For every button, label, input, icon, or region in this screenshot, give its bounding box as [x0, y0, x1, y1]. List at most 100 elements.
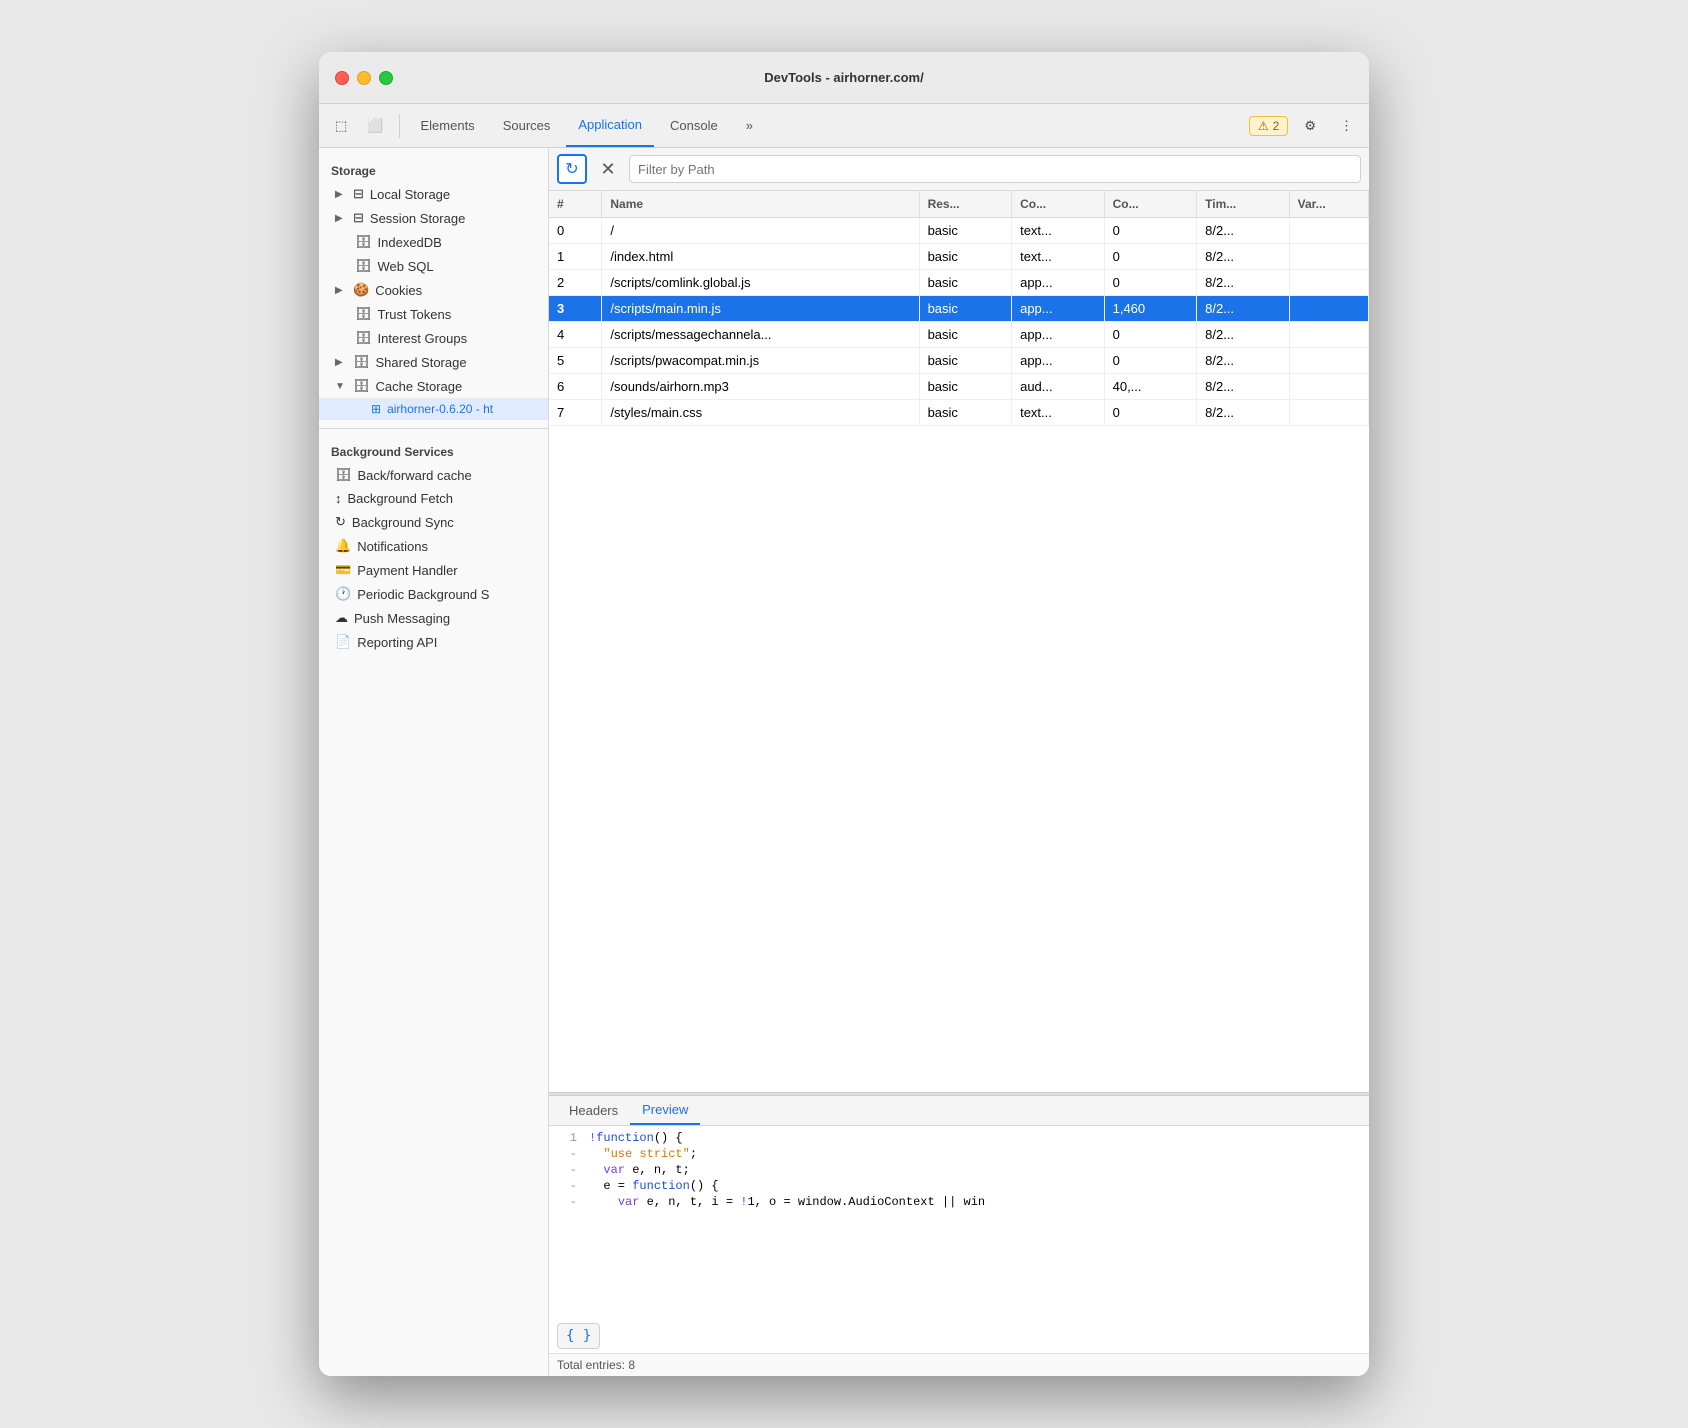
sidebar-item-interest-groups[interactable]: 🗄 Interest Groups [319, 326, 548, 350]
sidebar-item-web-sql[interactable]: 🗄 Web SQL [319, 254, 548, 278]
line-number: - [549, 1179, 589, 1193]
cell-co2: 40,... [1104, 374, 1197, 400]
payment-icon: 💳 [335, 562, 351, 578]
sidebar-item-label: Payment Handler [357, 563, 457, 578]
cell-res: basic [919, 322, 1012, 348]
table-row[interactable]: 5/scripts/pwacompat.min.jsbasicapp...08/… [549, 348, 1369, 374]
sidebar-item-payment-handler[interactable]: 💳 Payment Handler [319, 558, 548, 582]
table-row[interactable]: 4/scripts/messagechannela...basicapp...0… [549, 322, 1369, 348]
inspect-icon: ⬚ [335, 118, 347, 134]
main-content: Storage ▶ ⊟ Local Storage ▶ ⊟ Session St… [319, 148, 1369, 1376]
sidebar-item-label: Push Messaging [354, 611, 450, 626]
toolbar-right: ⚠ 2 ⚙ ⋮ [1249, 114, 1361, 138]
tab-headers[interactable]: Headers [557, 1096, 630, 1125]
bottom-panel: Headers Preview 1 !function() { - "use s… [549, 1096, 1369, 1376]
close-button[interactable] [335, 71, 349, 85]
table-row[interactable]: 2/scripts/comlink.global.jsbasicapp...08… [549, 270, 1369, 296]
table-row[interactable]: 7/styles/main.cssbasictext...08/2... [549, 400, 1369, 426]
sidebar-item-cache-entry[interactable]: ⊞ airhorner-0.6.20 - ht [319, 398, 548, 420]
bottom-tabs: Headers Preview [549, 1096, 1369, 1126]
sidebar-item-shared-storage[interactable]: ▶ 🗄 Shared Storage [319, 350, 548, 374]
inspect-element-button[interactable]: ⬚ [327, 114, 355, 138]
refresh-button[interactable]: ↻ [557, 154, 587, 184]
line-content: "use strict"; [589, 1147, 1369, 1161]
cell-co2: 0 [1104, 400, 1197, 426]
cell-co2: 0 [1104, 244, 1197, 270]
cell-var [1289, 270, 1368, 296]
traffic-lights [335, 71, 393, 85]
minimize-button[interactable] [357, 71, 371, 85]
gear-icon: ⚙ [1304, 118, 1316, 134]
maximize-button[interactable] [379, 71, 393, 85]
total-entries: Total entries: 8 [549, 1353, 1369, 1376]
line-content: e = function() { [589, 1179, 1369, 1193]
cache-entry-icon: ⊞ [371, 402, 381, 416]
sidebar-item-cookies[interactable]: ▶ 🍪 Cookies [319, 278, 548, 302]
device-toggle-button[interactable]: ⬜ [359, 114, 391, 138]
cell-name: /scripts/pwacompat.min.js [602, 348, 919, 374]
filter-input[interactable] [629, 155, 1361, 183]
cell-tim: 8/2... [1197, 270, 1290, 296]
cell-var [1289, 400, 1368, 426]
table-row[interactable]: 0/basictext...08/2... [549, 218, 1369, 244]
cell-co2: 1,460 [1104, 296, 1197, 322]
sidebar-item-label: airhorner-0.6.20 - ht [387, 402, 493, 416]
col-header-num: # [549, 191, 602, 218]
cell-var [1289, 296, 1368, 322]
arrow-icon: ▶ [335, 357, 347, 368]
cell-co2: 0 [1104, 348, 1197, 374]
sidebar-item-notifications[interactable]: 🔔 Notifications [319, 534, 548, 558]
clear-button[interactable]: ✕ [593, 154, 623, 184]
warning-badge[interactable]: ⚠ 2 [1249, 116, 1288, 136]
sidebar-item-indexeddb[interactable]: 🗄 IndexedDB [319, 230, 548, 254]
cell-res: basic [919, 400, 1012, 426]
cell-co1: text... [1012, 218, 1105, 244]
col-header-co1: Co... [1012, 191, 1105, 218]
tab-application[interactable]: Application [566, 104, 654, 147]
warning-icon: ⚠ [1258, 119, 1269, 133]
sidebar-item-label: Trust Tokens [378, 307, 452, 322]
arrow-icon: ▶ [335, 285, 347, 296]
cell-name: /sounds/airhorn.mp3 [602, 374, 919, 400]
pretty-print-btn[interactable]: { } [549, 1319, 1369, 1353]
tab-preview[interactable]: Preview [630, 1096, 700, 1125]
cell-res: basic [919, 296, 1012, 322]
reporting-icon: 📄 [335, 634, 351, 650]
settings-button[interactable]: ⚙ [1296, 114, 1324, 138]
sidebar: Storage ▶ ⊟ Local Storage ▶ ⊟ Session St… [319, 148, 549, 1376]
cell-var [1289, 348, 1368, 374]
cache-storage-icon: 🗄 [353, 378, 370, 394]
sidebar-item-reporting-api[interactable]: 📄 Reporting API [319, 630, 548, 654]
sidebar-item-bg-sync[interactable]: ↻ Background Sync [319, 510, 548, 534]
sidebar-item-bg-fetch[interactable]: ↕ Background Fetch [319, 487, 548, 510]
code-line-4: - e = function() { [549, 1178, 1369, 1194]
sidebar-item-label: Background Fetch [348, 491, 454, 506]
sidebar-item-push-messaging[interactable]: ☁ Push Messaging [319, 606, 548, 630]
table-row[interactable]: 3/scripts/main.min.jsbasicapp...1,4608/2… [549, 296, 1369, 322]
tab-console[interactable]: Console [658, 104, 730, 147]
db-icon: 🗄 [355, 234, 372, 250]
table-row[interactable]: 1/index.htmlbasictext...08/2... [549, 244, 1369, 270]
table-body: 0/basictext...08/2...1/index.htmlbasicte… [549, 218, 1369, 426]
tab-elements[interactable]: Elements [408, 104, 486, 147]
cell-tim: 8/2... [1197, 400, 1290, 426]
tab-sources[interactable]: Sources [491, 104, 563, 147]
cell-co1: app... [1012, 270, 1105, 296]
sidebar-item-session-storage[interactable]: ▶ ⊟ Session Storage [319, 206, 548, 230]
more-options-button[interactable]: ⋮ [1332, 114, 1361, 138]
table-row[interactable]: 6/sounds/airhorn.mp3basicaud...40,...8/2… [549, 374, 1369, 400]
line-content: !function() { [589, 1131, 1369, 1145]
cell-var [1289, 244, 1368, 270]
sidebar-divider [319, 428, 548, 429]
cell-co2: 0 [1104, 270, 1197, 296]
sql-icon: 🗄 [355, 258, 372, 274]
cell-co2: 0 [1104, 322, 1197, 348]
sidebar-item-cache-storage[interactable]: ▼ 🗄 Cache Storage [319, 374, 548, 398]
sidebar-item-back-forward[interactable]: 🗄 Back/forward cache [319, 463, 548, 487]
line-number: - [549, 1163, 589, 1177]
sidebar-item-periodic-bg[interactable]: 🕐 Periodic Background S [319, 582, 548, 606]
sidebar-item-trust-tokens[interactable]: 🗄 Trust Tokens [319, 302, 548, 326]
tab-more[interactable]: » [734, 104, 765, 147]
sidebar-item-local-storage[interactable]: ▶ ⊟ Local Storage [319, 182, 548, 206]
cell-num: 5 [549, 348, 602, 374]
